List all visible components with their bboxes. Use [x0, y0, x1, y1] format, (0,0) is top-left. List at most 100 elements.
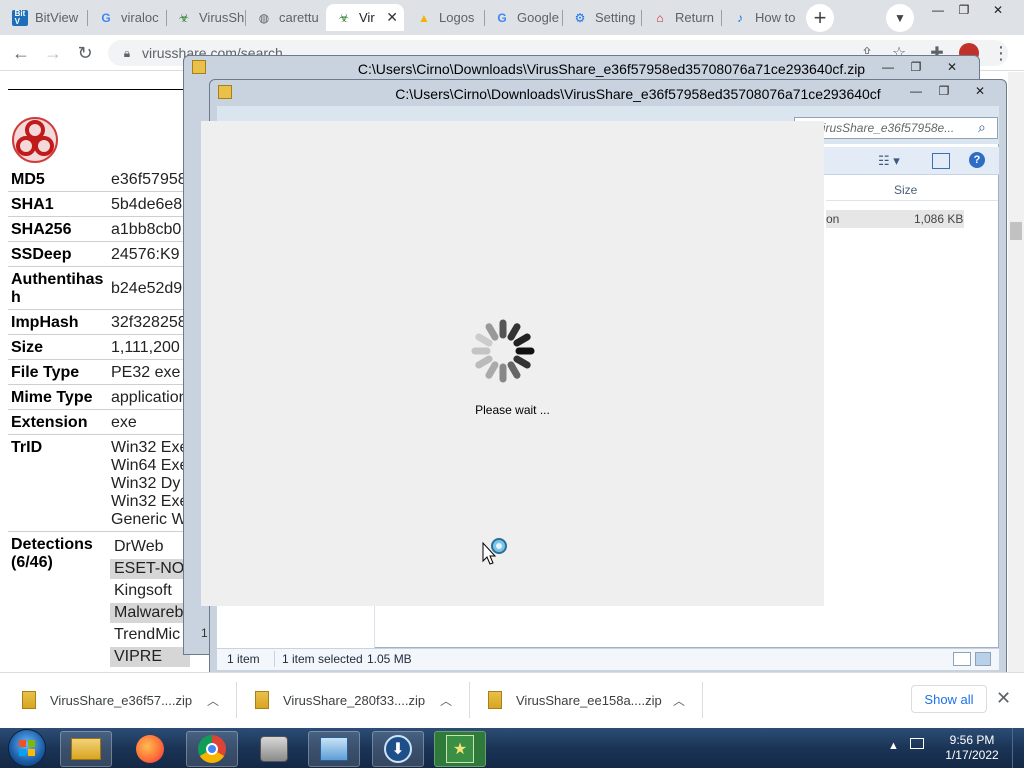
tab-label: Vir: [359, 10, 375, 25]
restore-icon[interactable]: ❐: [950, 0, 978, 20]
download-item-1[interactable]: VirusShare_e36f57....zip: [22, 686, 192, 714]
system-tray: ▲: [888, 738, 924, 752]
tab-search-button[interactable]: ▼: [886, 4, 914, 32]
row-key: ImpHash: [11, 314, 79, 331]
detection-item: Kingsoft: [114, 582, 172, 599]
taskbar-control-panel[interactable]: [308, 731, 360, 767]
taskbar-explorer[interactable]: [60, 731, 112, 767]
close-window-icon[interactable]: ✕: [984, 0, 1012, 20]
restore-icon[interactable]: ❐: [904, 58, 928, 76]
detection-item: TrendMic: [114, 626, 181, 643]
show-all-downloads-button[interactable]: Show all: [911, 685, 987, 713]
search-icon[interactable]: ⌕: [978, 119, 986, 136]
info-row-mime-type: Mime Type application: [8, 386, 188, 410]
row-value: 5b4de6e8: [111, 196, 183, 213]
trid-list: Win32 Exe Win64 Exe Win32 Dy Win32 Exe G…: [111, 439, 188, 529]
page-scrollbar-thumb[interactable]: [1010, 222, 1022, 240]
back-arrow-icon[interactable]: ←: [8, 40, 34, 66]
control-panel-icon: [320, 737, 348, 761]
download-item-2[interactable]: VirusShare_280f33....zip: [255, 686, 425, 714]
chevron-up-icon[interactable]: ︿: [207, 692, 219, 709]
download-item-3[interactable]: VirusShare_ee158a....zip: [488, 686, 662, 714]
tab-strip: Bit V BitView G viraloc ☣ VirusSh ◍ caret…: [0, 0, 1024, 35]
taskbar-clock[interactable]: 9:56 PM 1/17/2022: [940, 733, 1004, 763]
zip-file-icon: [255, 691, 269, 709]
close-tab-icon[interactable]: ✕: [386, 9, 398, 26]
tab-bitview[interactable]: Bit V BitView: [2, 4, 86, 31]
large-icons-view-icon[interactable]: [975, 652, 991, 666]
chevron-up-icon[interactable]: ︿: [440, 692, 452, 709]
trid-entry: Generic W: [111, 511, 187, 528]
tab-virusshare-1[interactable]: ☣ VirusSh: [166, 4, 244, 31]
menu-kebab-icon[interactable]: ⋮: [988, 40, 1014, 66]
taskbar-antivirus[interactable]: ★: [434, 731, 486, 767]
row-value: e36f57958: [111, 171, 187, 188]
restore-icon[interactable]: ❐: [932, 82, 956, 100]
close-window-icon[interactable]: ✕: [940, 58, 964, 76]
explorer-search-input[interactable]: ch VirusShare_e36f57958e...: [794, 117, 998, 139]
zip-file-icon: [22, 691, 36, 709]
tab-carettu[interactable]: ◍ carettu: [246, 4, 324, 31]
info-row-md5: MD5 e36f57958: [8, 168, 188, 192]
show-desktop-button[interactable]: [1012, 728, 1024, 768]
minimize-icon[interactable]: —: [876, 58, 900, 76]
reload-icon[interactable]: ↻: [72, 40, 98, 66]
details-view-icon[interactable]: [953, 652, 971, 666]
start-button[interactable]: [8, 729, 46, 767]
taskbar-downloads[interactable]: ⬇: [372, 731, 424, 767]
clock-date: 1/17/2022: [945, 748, 999, 762]
detection-item: VIPRE: [110, 647, 190, 667]
tab-label: Setting: [595, 10, 636, 25]
column-header-size[interactable]: Size: [894, 183, 917, 197]
taskbar-firefox[interactable]: [124, 731, 176, 767]
help-icon[interactable]: ?: [969, 152, 985, 168]
row-key: Size: [11, 339, 44, 356]
show-hidden-icons-icon[interactable]: ▲: [888, 740, 899, 752]
tab-label: Google: [517, 10, 559, 25]
close-window-icon[interactable]: ✕: [968, 82, 992, 100]
shield-star-icon: ★: [446, 735, 474, 763]
info-row-extension: Extension exe: [8, 411, 188, 435]
forward-arrow-icon[interactable]: →: [40, 40, 66, 66]
row-key: Detections (6/46): [11, 536, 93, 571]
file-type-cell: on: [826, 212, 840, 226]
tab-viraloc[interactable]: G viraloc: [88, 4, 166, 31]
link-icon: ♪: [737, 10, 743, 25]
new-tab-button[interactable]: +: [806, 4, 834, 32]
lock-icon[interactable]: 🔒︎: [114, 40, 140, 66]
trid-entry: Win32 Exe: [111, 493, 189, 510]
close-download-shelf-icon[interactable]: ✕: [996, 688, 1011, 709]
row-value: 1,111,200: [111, 339, 180, 356]
nav-pane-count: 1: [201, 626, 208, 640]
tab-label: Return: [675, 10, 715, 25]
info-row-ssdeep: SSDeep 24576:K9: [8, 243, 188, 267]
page-scrollbar[interactable]: [1008, 72, 1024, 672]
row-key: Mime Type: [11, 389, 93, 406]
download-divider: [469, 682, 470, 718]
row-key: Extension: [11, 414, 88, 431]
view-options-icon[interactable]: ☷ ▾: [878, 153, 900, 169]
chevron-up-icon[interactable]: ︿: [673, 692, 685, 709]
busy-cursor-icon: [482, 538, 507, 565]
info-row-size: Size 1,111,200: [8, 336, 188, 360]
tab-settings[interactable]: ⚙ Setting: [562, 4, 640, 31]
please-wait-message: Please wait ...: [475, 403, 550, 417]
minimize-icon[interactable]: —: [924, 0, 952, 20]
minimize-icon[interactable]: —: [904, 82, 928, 100]
tab-return[interactable]: ⌂ Return: [642, 4, 720, 31]
info-row-trid: TrID Win32 Exe Win64 Exe Win32 Dy Win32 …: [8, 436, 188, 532]
trid-entry: Win32 Dy: [111, 475, 181, 492]
tab-how-to[interactable]: ♪ How to: [722, 4, 800, 31]
info-row-sha256: SHA256 a1bb8cb0: [8, 218, 188, 242]
explorer-nav-pane[interactable]: [217, 606, 375, 648]
tab-virusshare-active[interactable]: ☣ Vir ✕: [326, 4, 404, 31]
network-icon[interactable]: [909, 738, 924, 749]
tab-google[interactable]: G Google: [484, 4, 562, 31]
zip-folder-icon: [192, 60, 206, 74]
preview-pane-icon[interactable]: [932, 153, 950, 169]
taskbar-chrome[interactable]: [186, 731, 238, 767]
row-key: SSDeep: [11, 246, 72, 263]
taskbar-media[interactable]: [248, 731, 300, 767]
divider: [8, 89, 188, 90]
tab-logos[interactable]: ▲ Logos: [406, 4, 484, 31]
